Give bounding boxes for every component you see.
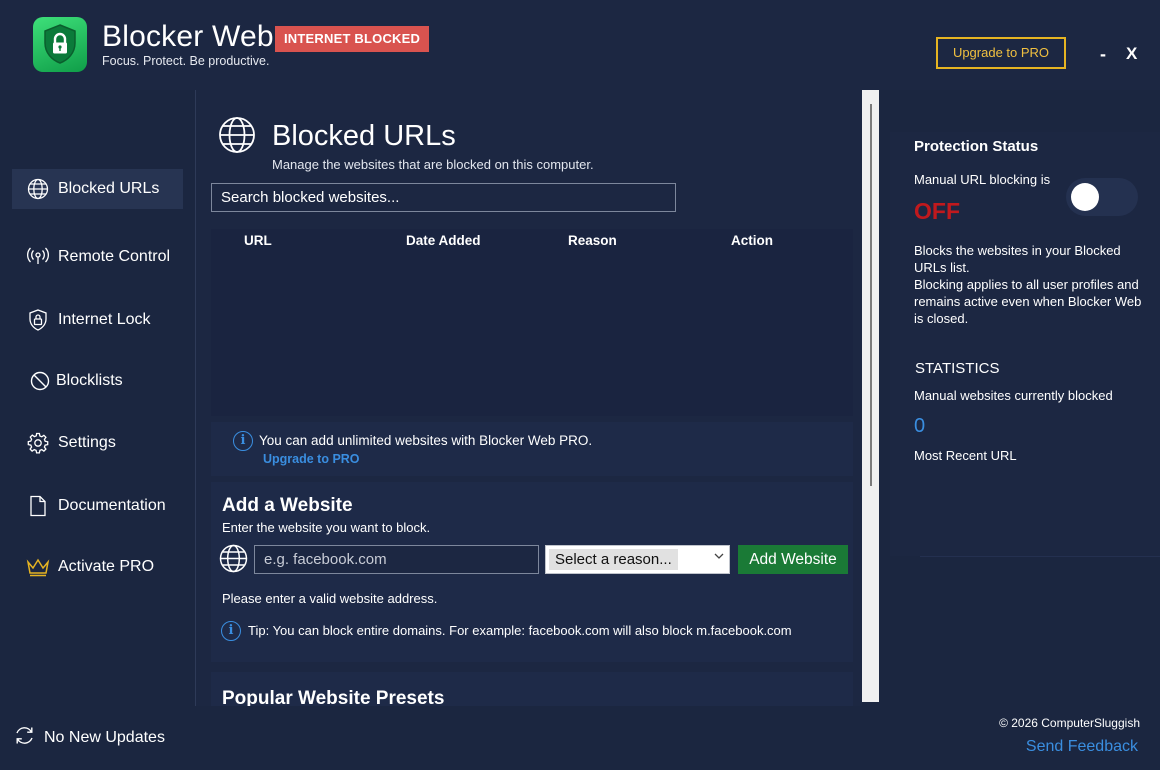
app-subtitle: Focus. Protect. Be productive. [102, 54, 270, 68]
website-input[interactable] [254, 545, 539, 574]
app-logo [33, 17, 87, 72]
crown-icon [26, 555, 50, 579]
blocking-state: OFF [914, 198, 960, 224]
sidebar-item-remote-control[interactable]: Remote Control [12, 237, 183, 277]
sidebar-item-label: Documentation [58, 497, 166, 514]
protection-description-line: Blocking applies to all user profiles an… [914, 277, 1142, 326]
blocked-count-value: 0 [914, 415, 926, 437]
blocked-count-label: Manual websites currently blocked [914, 388, 1113, 403]
page-title: Blocked URLs [272, 120, 456, 152]
block-icon [28, 369, 52, 393]
page-subtitle: Manage the websites that are blocked on … [272, 157, 594, 172]
updates-label: No New Updates [44, 729, 165, 746]
gear-icon [26, 431, 50, 455]
shield-lock-logo-icon [44, 24, 76, 64]
add-website-title: Add a Website [222, 495, 353, 516]
pro-info-text: You can add unlimited websites with Bloc… [259, 433, 593, 448]
most-recent-url-label: Most Recent URL [914, 448, 1017, 463]
upgrade-to-pro-button[interactable]: Upgrade to PRO [936, 37, 1066, 69]
sidebar-item-label: Settings [58, 434, 116, 451]
blocking-toggle[interactable] [1066, 178, 1138, 216]
reason-selected-value: Select a reason... [549, 549, 678, 570]
protection-description: Blocks the websites in your Blocked URLs… [914, 242, 1146, 327]
close-button[interactable]: X [1126, 44, 1137, 64]
add-website-button[interactable]: Add Website [738, 545, 848, 574]
sidebar-item-label: Remote Control [58, 248, 171, 265]
app-title: Blocker Web [102, 20, 274, 53]
add-website-panel: Add a Website Enter the website you want… [211, 482, 853, 662]
add-website-subtitle: Enter the website you want to block. [222, 520, 431, 535]
copyright-text: © 2026 ComputerSluggish [999, 716, 1140, 730]
minimize-button[interactable]: - [1100, 44, 1106, 65]
reason-select[interactable]: Select a reason... [545, 545, 730, 574]
protection-status-title: Protection Status [914, 138, 1039, 155]
info-icon: i [221, 621, 241, 641]
sidebar-item-activate-pro[interactable]: Activate PRO [12, 547, 183, 587]
send-feedback-link[interactable]: Send Feedback [1026, 738, 1138, 756]
title-bar: Blocker Web Focus. Protect. Be productiv… [0, 0, 1160, 90]
sidebar-item-label: Activate PRO [58, 558, 155, 575]
internet-blocked-badge: INTERNET BLOCKED [275, 26, 430, 52]
sidebar: Blocked URLs Remote Control Internet Loc… [0, 90, 195, 706]
document-icon [26, 494, 50, 518]
column-header-date-added[interactable]: Date Added [406, 233, 481, 248]
sidebar-item-blocked-urls[interactable]: Blocked URLs [12, 169, 183, 209]
upgrade-to-pro-link[interactable]: Upgrade to PRO [263, 452, 360, 466]
sidebar-item-label: Internet Lock [58, 311, 151, 328]
column-header-action[interactable]: Action [731, 233, 773, 248]
blocked-urls-table: URL Date Added Reason Action [211, 229, 853, 416]
main-content: Blocked URLs Manage the websites that ar… [196, 90, 862, 706]
broadcast-icon [26, 245, 50, 269]
validation-message: Please enter a valid website address. [222, 591, 438, 606]
presets-title: Popular Website Presets [222, 688, 445, 706]
sidebar-item-label: Blocked URLs [58, 180, 160, 197]
sidebar-item-settings[interactable]: Settings [12, 423, 183, 463]
globe-icon [218, 116, 256, 159]
chevron-down-icon [714, 551, 724, 563]
sidebar-item-internet-lock[interactable]: Internet Lock [12, 300, 183, 340]
tip-text: Tip: You can block entire domains. For e… [248, 623, 792, 638]
toggle-knob [1071, 183, 1099, 211]
protection-status-panel: Protection Status Manual URL blocking is… [890, 132, 1160, 556]
globe-icon [219, 544, 248, 578]
search-input[interactable] [211, 183, 676, 212]
sidebar-item-blocklists[interactable]: Blocklists [12, 361, 183, 401]
panel-divider [920, 556, 1160, 557]
column-header-url[interactable]: URL [244, 233, 272, 248]
manual-blocking-label: Manual URL blocking is [914, 172, 1051, 187]
scrollbar-thumb[interactable] [870, 104, 872, 486]
sidebar-item-label: Blocklists [56, 372, 123, 389]
column-header-reason[interactable]: Reason [568, 233, 617, 248]
main-scrollbar[interactable] [862, 90, 879, 702]
globe-icon [26, 177, 50, 201]
presets-panel: Popular Website Presets [211, 672, 853, 706]
protection-description-line: Blocks the websites in your Blocked URLs… [914, 243, 1121, 275]
pro-info-panel: i You can add unlimited websites with Bl… [211, 422, 853, 476]
refresh-icon [14, 725, 35, 751]
shield-lock-icon [26, 308, 50, 332]
sidebar-item-documentation[interactable]: Documentation [12, 486, 183, 526]
updates-status[interactable]: No New Updates [14, 725, 165, 751]
statistics-heading: STATISTICS [915, 360, 1000, 377]
info-icon: i [233, 431, 253, 451]
